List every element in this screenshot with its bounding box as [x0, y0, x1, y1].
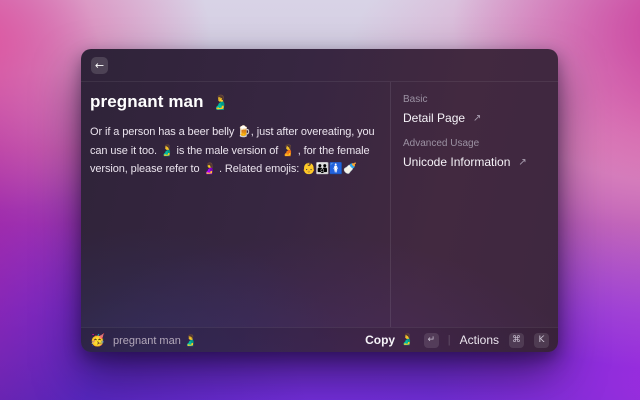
window-body: pregnant man 🫃 Or if a person has a beer… — [81, 82, 558, 327]
page-title: pregnant man — [90, 92, 204, 111]
back-arrow-icon: ← — [94, 58, 105, 72]
command-key-badge: ⌘ — [509, 332, 524, 348]
partying-face-extension-icon: 🥳 — [90, 333, 105, 347]
sidebar-item-label: Detail Page — [403, 111, 466, 125]
main-content-pane: pregnant man 🫃 Or if a person has a beer… — [81, 82, 390, 327]
external-link-icon: ↗ — [473, 112, 482, 124]
action-bar: 🥳 pregnant man 🫃 Copy 🫃 ↵ | Actions ⌘ K — [81, 327, 558, 352]
actions-menu-button[interactable]: Actions ⌘ K — [459, 332, 549, 348]
pregnant-man-emoji-icon: 🫃 — [211, 93, 230, 110]
action-bar-context: 🥳 pregnant man 🫃 — [90, 334, 198, 347]
emoji-detail-window: ← pregnant man 🫃 Or if a person has a be… — [81, 49, 558, 352]
actions-button-label: Actions — [459, 333, 499, 347]
sidebar-section-label-basic: Basic — [403, 94, 428, 105]
current-item-label: pregnant man 🫃 — [112, 334, 198, 347]
pregnant-man-emoji-icon: 🫃 — [400, 333, 414, 346]
window-header: ← — [81, 49, 558, 82]
action-bar-buttons: Copy 🫃 ↵ | Actions ⌘ K — [365, 332, 549, 348]
sidebar-item-label: Unicode Information — [403, 155, 511, 169]
sidebar-section-label-advanced-usage: Advanced Usage — [403, 138, 480, 149]
title-row: pregnant man 🫃 — [90, 92, 384, 112]
metadata-sidebar: Basic Detail Page ↗ Advanced Usage Unico… — [391, 82, 558, 327]
sidebar-item-unicode-information[interactable]: Unicode Information ↗ — [403, 155, 546, 169]
return-key-badge: ↵ — [423, 332, 439, 348]
copy-button-label: Copy — [365, 333, 396, 347]
external-link-icon: ↗ — [518, 156, 527, 168]
action-bar-separator: | — [447, 334, 451, 346]
back-button[interactable]: ← — [91, 56, 108, 74]
copy-button[interactable]: Copy 🫃 ↵ — [365, 332, 439, 348]
k-key-badge: K — [534, 332, 549, 348]
sidebar-item-detail-page[interactable]: Detail Page ↗ — [403, 111, 546, 125]
emoji-description: Or if a person has a beer belly 🍺, just … — [90, 126, 375, 175]
